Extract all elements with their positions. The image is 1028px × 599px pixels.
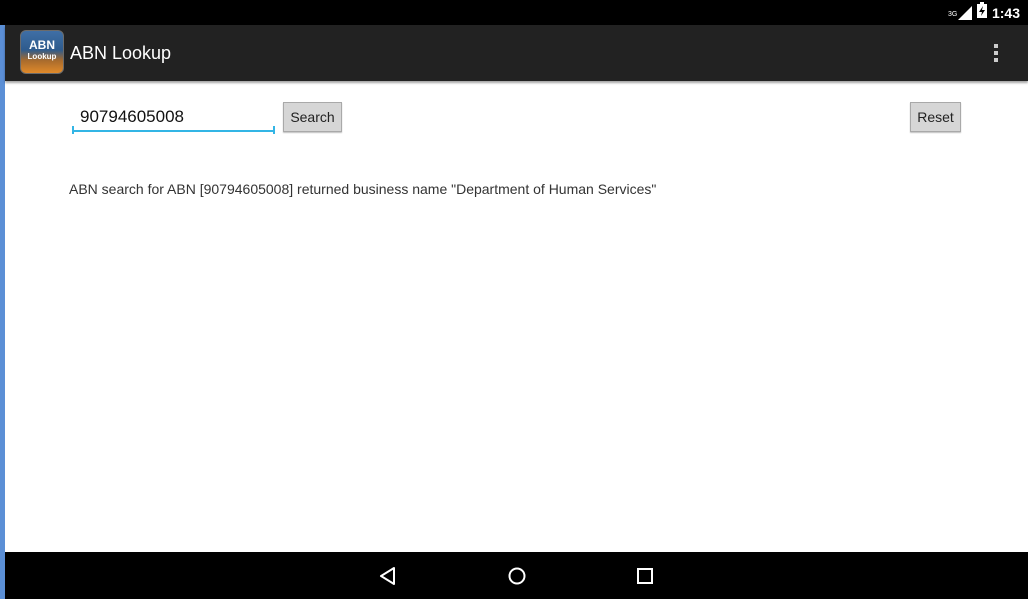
app-icon[interactable]: ABN Lookup bbox=[20, 30, 64, 74]
screen: 3G 1:43 ABN Lookup ABN Lookup 9079460500… bbox=[0, 0, 1028, 599]
status-bar: 3G 1:43 bbox=[0, 0, 1028, 25]
app-icon-line2: Lookup bbox=[27, 52, 57, 61]
overflow-dot bbox=[994, 51, 998, 55]
back-icon[interactable] bbox=[377, 564, 401, 588]
abn-input[interactable] bbox=[72, 104, 275, 132]
overflow-menu-icon[interactable] bbox=[984, 41, 1008, 65]
status-clock: 1:43 bbox=[991, 4, 1020, 21]
status-icons: 3G 1:43 bbox=[948, 0, 1020, 25]
signal-icon: 3G bbox=[948, 5, 972, 20]
action-bar: ABN Lookup ABN Lookup bbox=[5, 25, 1028, 81]
battery-charging-icon bbox=[976, 2, 987, 23]
app-title: ABN Lookup bbox=[70, 43, 172, 63]
overflow-dot bbox=[994, 58, 998, 62]
left-edge bbox=[0, 0, 5, 599]
nav-bar bbox=[5, 552, 1028, 599]
result-text: ABN search for ABN [90794605008] returne… bbox=[69, 181, 657, 197]
reset-button[interactable]: Reset bbox=[910, 102, 961, 132]
recents-icon[interactable] bbox=[633, 564, 657, 588]
app-icon-line1: ABN bbox=[29, 38, 55, 52]
search-button[interactable]: Search bbox=[283, 102, 342, 132]
home-icon[interactable] bbox=[505, 564, 529, 588]
input-underline-tick-right bbox=[273, 126, 275, 134]
network-type: 3G bbox=[947, 10, 958, 18]
input-underline-tick-left bbox=[72, 126, 74, 134]
overflow-dot bbox=[994, 44, 998, 48]
